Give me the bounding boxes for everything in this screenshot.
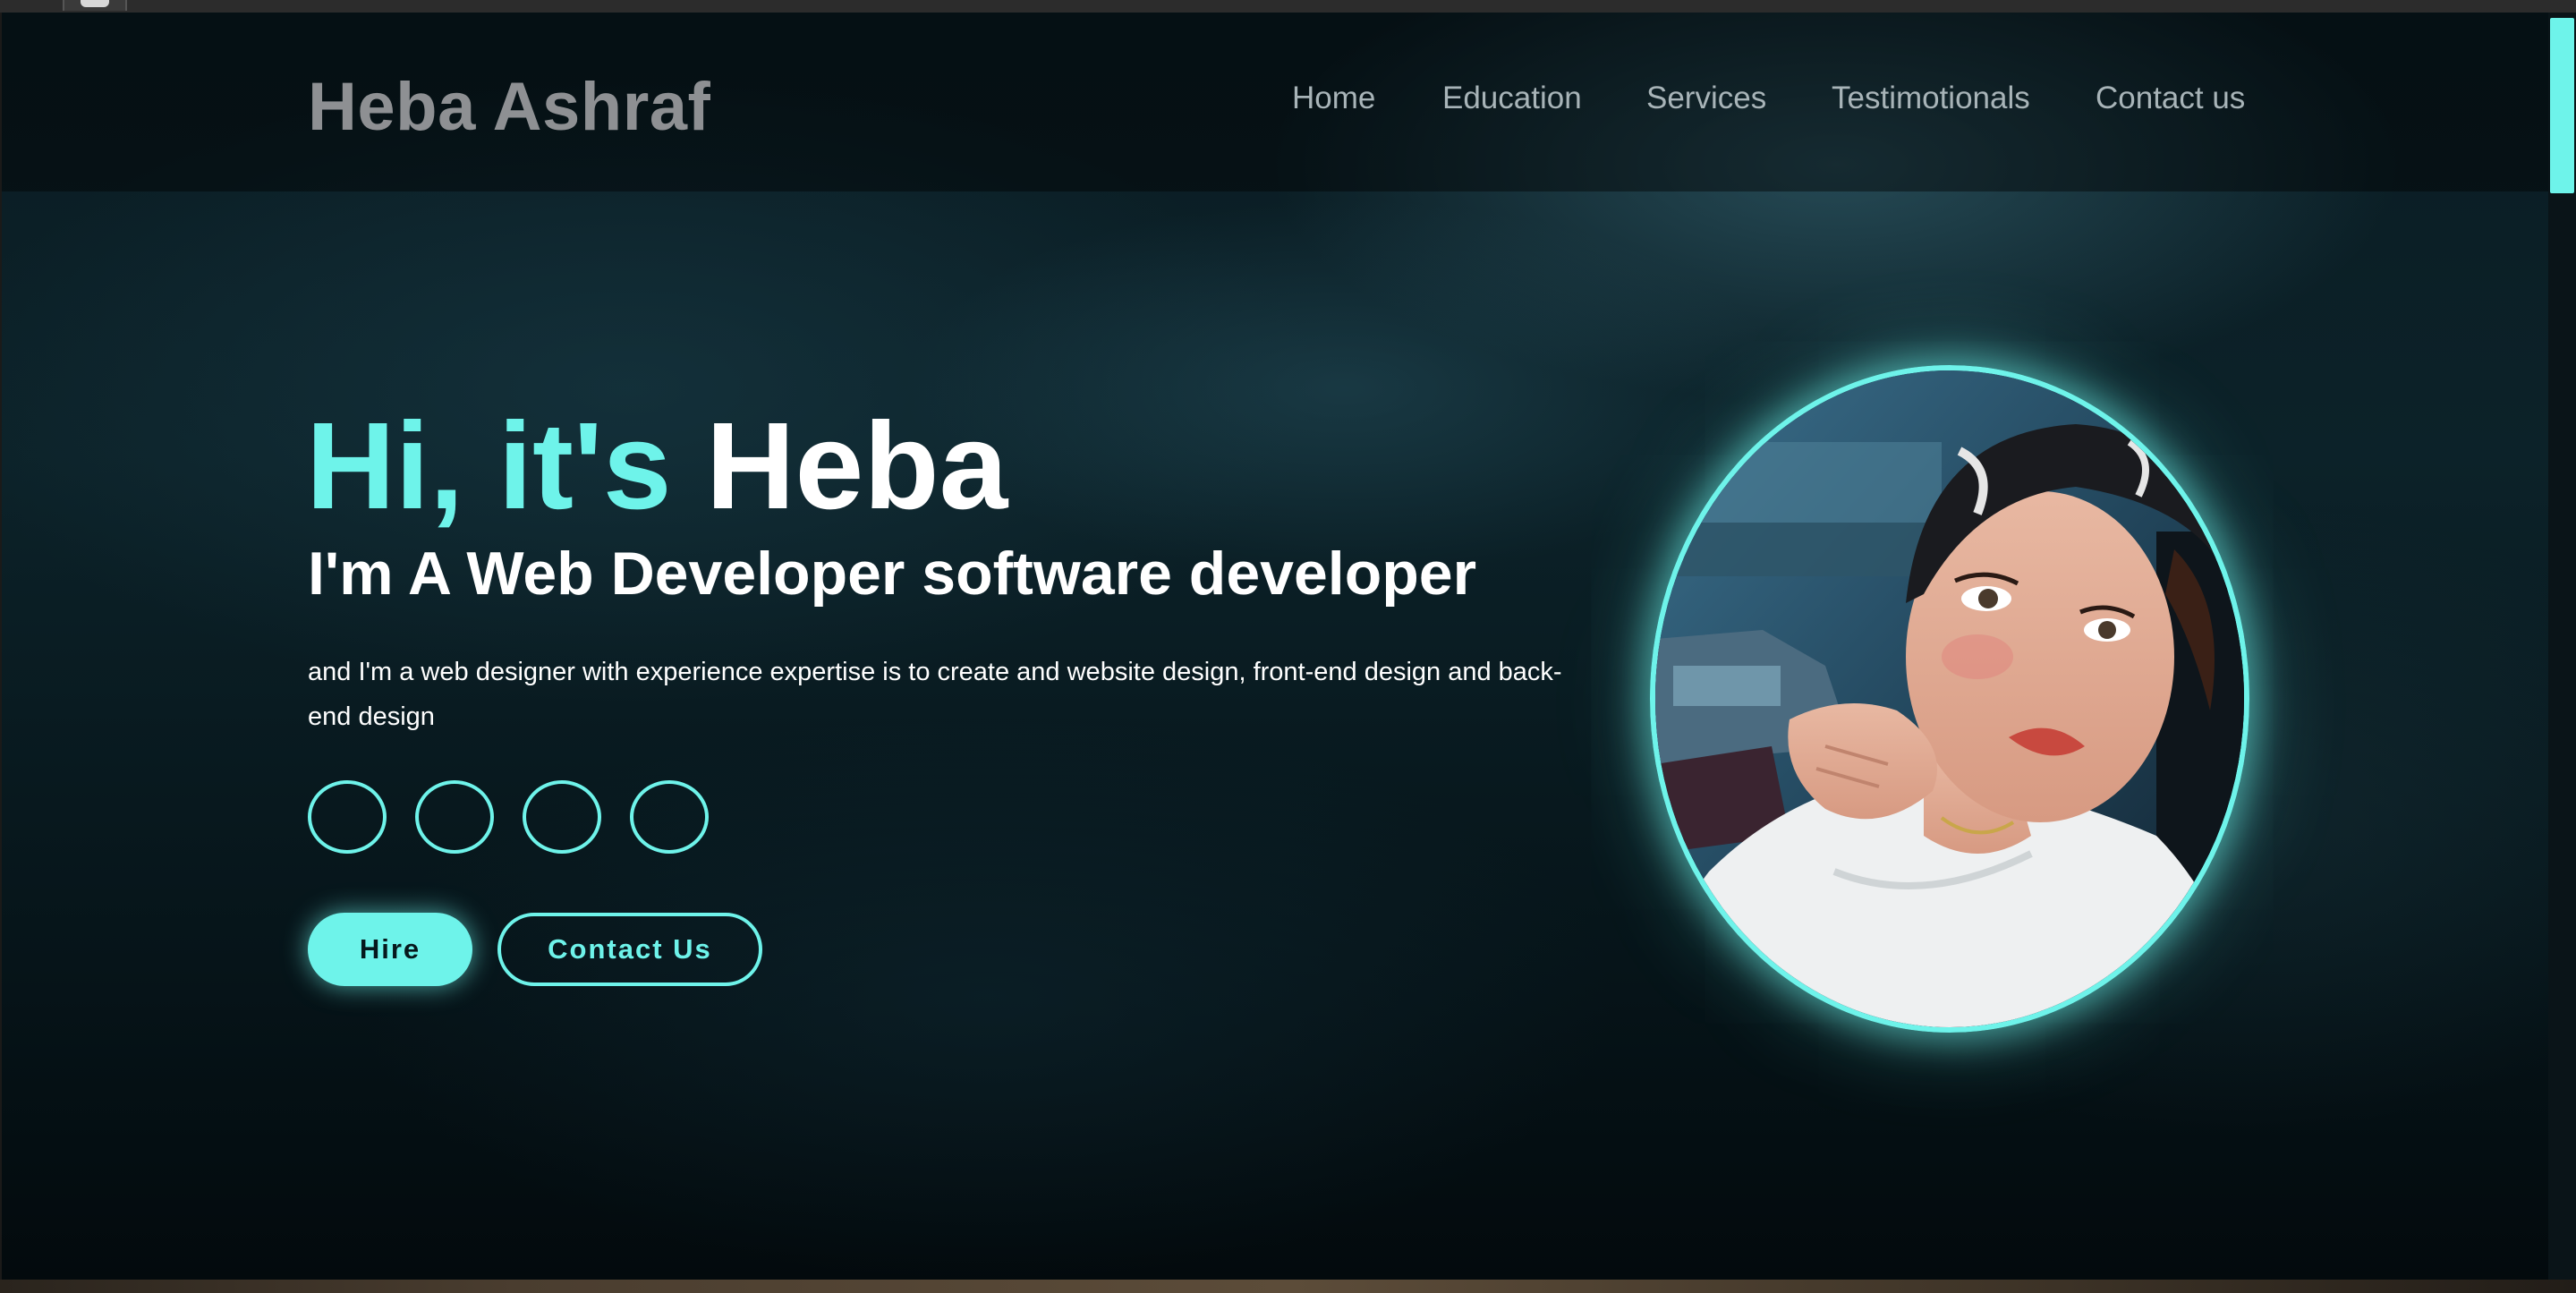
page-viewport: Heba Ashraf Home Education Services Test… [2, 13, 2548, 1280]
nav-link-testimonials[interactable]: Testimotionals [1832, 81, 2030, 116]
nav-link-home[interactable]: Home [1292, 81, 1375, 116]
window-top-edge [0, 0, 2576, 13]
social-icon-4[interactable] [630, 780, 709, 854]
profile-photo-illustration [1655, 370, 2244, 1027]
navbar: Heba Ashraf Home Education Services Test… [2, 13, 2548, 191]
social-icon-1[interactable] [308, 780, 387, 854]
greeting-accent: Hi, it's [306, 397, 672, 535]
nav-link-contact[interactable]: Contact us [2096, 81, 2245, 116]
scrollbar-track[interactable] [2548, 13, 2576, 1280]
screen: Heba Ashraf Home Education Services Test… [0, 0, 2576, 1293]
profile-photo [1650, 365, 2249, 1033]
hire-button[interactable]: Hire [308, 913, 472, 986]
brand-logo[interactable]: Heba Ashraf [308, 68, 710, 146]
hero-role: I'm A Web Developer software developer [308, 540, 1477, 608]
hero-greeting: Hi, it's Heba [306, 397, 1008, 535]
window-tab-icon [81, 0, 109, 7]
hero-description: and I'm a web designer with experience e… [308, 658, 1562, 731]
social-icon-3[interactable] [523, 780, 601, 854]
nav-link-education[interactable]: Education [1442, 81, 1582, 116]
greeting-name: Heba [705, 397, 1008, 535]
nav-link-services[interactable]: Services [1646, 81, 1766, 116]
social-icon-2[interactable] [415, 780, 494, 854]
window-bottom-edge [0, 1280, 2576, 1293]
scrollbar-thumb[interactable] [2550, 18, 2574, 193]
contact-us-button[interactable]: Contact Us [497, 913, 762, 986]
